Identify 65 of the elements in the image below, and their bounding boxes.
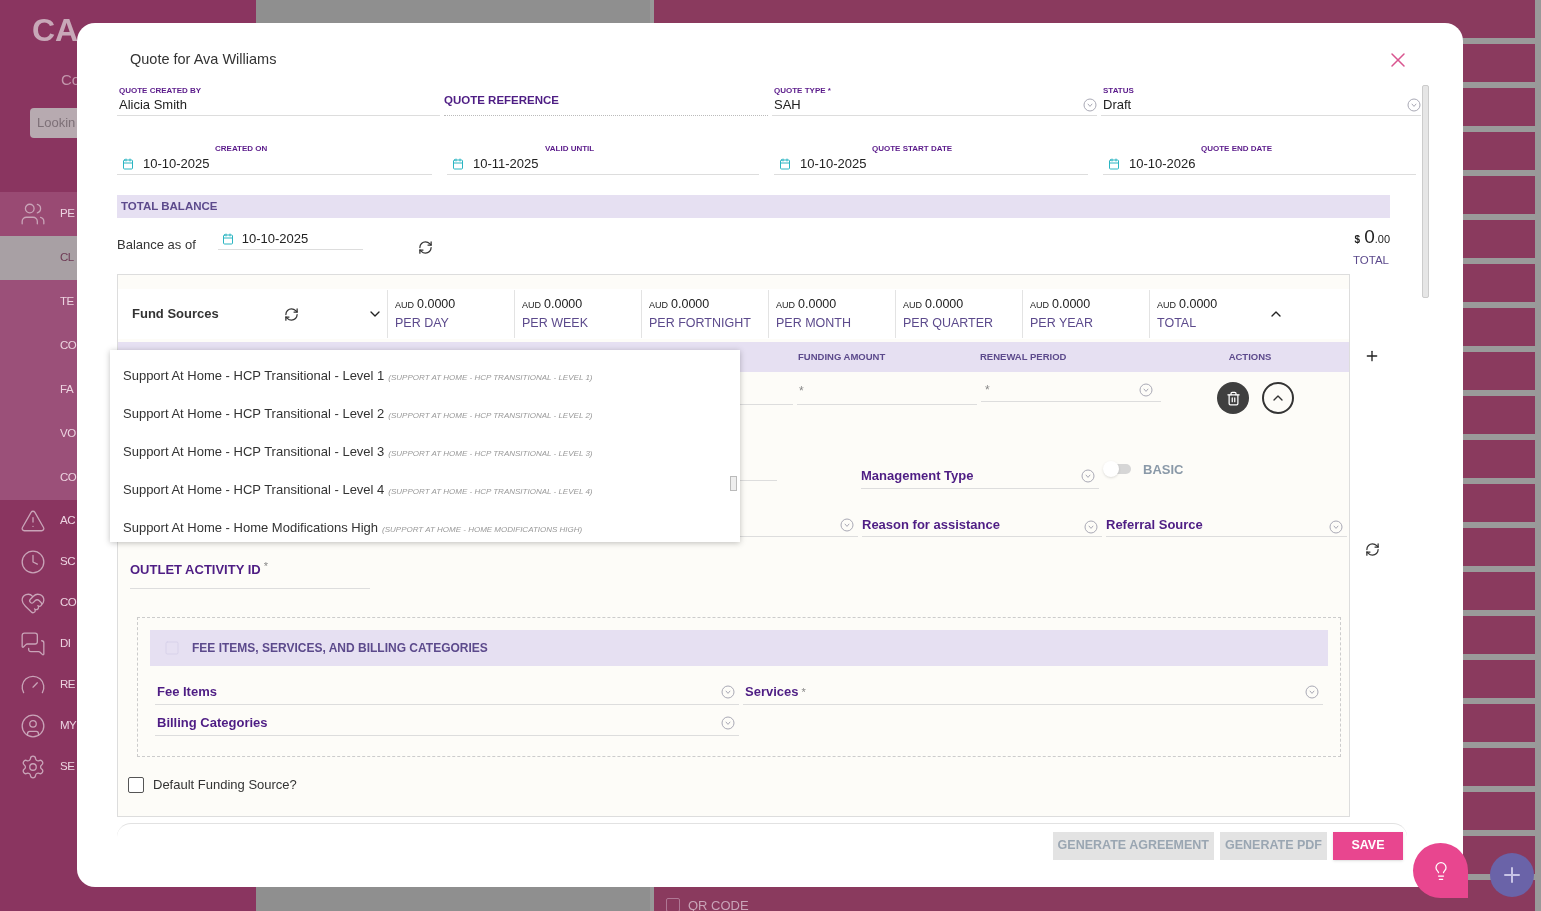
calendar-icon[interactable] <box>221 232 234 245</box>
collapse-button[interactable] <box>1262 382 1294 414</box>
select-field[interactable]: Reason for assistance <box>862 501 1102 537</box>
summary-cell: AUD 0.0000 PER FORTNIGHT <box>641 290 768 338</box>
select-field[interactable]: Billing Categories <box>155 711 739 736</box>
checkbox-icon[interactable] <box>666 898 680 911</box>
logo: CA <box>32 11 80 50</box>
toggle-switch[interactable] <box>1105 464 1131 475</box>
dropdown-option[interactable]: Support At Home - HCP Transitional - Level 2 (SUPPORT AT HOME - HCP TRANSITIONAL - LEVEL 2) <box>123 404 730 424</box>
summary-cell: AUD 0.0000 PER WEEK <box>514 290 641 338</box>
summary-cell: AUD 0.0000 PER YEAR <box>1022 290 1149 338</box>
calendar-icon[interactable] <box>452 157 464 170</box>
scrollbar[interactable] <box>1422 85 1429 298</box>
summary-cell: AUD 0.0000 TOTAL <box>1149 290 1276 338</box>
trash-icon[interactable] <box>1225 390 1241 406</box>
column-header: ACTIONS <box>1227 349 1273 364</box>
card-title: Fund Sources <box>131 305 220 324</box>
date-field[interactable]: QUOTE END DATE 10-10-2026 <box>1103 144 1416 175</box>
calendar-icon[interactable] <box>122 157 134 170</box>
date-field[interactable]: 10-10-2025 <box>217 228 363 250</box>
people-icon <box>20 201 46 227</box>
total-label: TOTAL <box>1353 252 1389 268</box>
default-checkbox[interactable]: Default Funding Source? <box>128 775 1349 795</box>
delete-button[interactable] <box>1217 382 1249 414</box>
summary-cell: AUD 0.0000 PER DAY <box>387 290 514 338</box>
select-field[interactable]: Fee Items <box>155 680 739 705</box>
text-field[interactable]: QUOTE CREATED BY Alicia Smith <box>117 85 440 116</box>
calendar-icon[interactable] <box>1108 157 1120 170</box>
renewal-period-field[interactable]: * <box>981 378 1161 402</box>
chat-icon <box>20 630 46 657</box>
clock-icon <box>20 548 46 575</box>
section-heading: FEE ITEMS, SERVICES, AND BILLING CATEGORIES <box>192 640 488 657</box>
add-icon[interactable] <box>1364 348 1380 364</box>
dropdown-option[interactable]: Support At Home - HCP Transitional - Level 4 (SUPPORT AT HOME - HCP TRANSITIONAL - LEVEL 4) <box>123 480 730 500</box>
save-button[interactable]: SAVE <box>1333 831 1403 860</box>
refresh-icon[interactable] <box>417 240 433 255</box>
date-field[interactable]: VALID UNTIL 10-11-2025 <box>447 144 759 175</box>
scrollbar[interactable] <box>730 476 737 491</box>
user-icon <box>20 712 46 739</box>
refresh-icon[interactable] <box>284 306 299 322</box>
total-amount: $ 0.00 <box>1354 225 1390 249</box>
dialog-title: Quote for Ava Williams <box>129 50 277 70</box>
funding-amount-field[interactable]: * <box>797 378 977 405</box>
settings-icon <box>20 753 46 780</box>
select-field[interactable]: Services * <box>743 680 1323 705</box>
reference-field[interactable]: QUOTE REFERENCE <box>444 85 768 116</box>
calendar-icon[interactable] <box>779 157 791 170</box>
summary-cell: AUD 0.0000 PER QUARTER <box>895 290 1022 338</box>
date-field[interactable]: QUOTE START DATE 10-10-2025 <box>774 144 1088 175</box>
select-field[interactable]: STATUS Draft <box>1101 85 1421 116</box>
section-header: TOTAL BALANCE <box>117 195 1390 218</box>
select-field[interactable]: Management Type <box>861 463 1099 489</box>
refresh-icon[interactable] <box>1364 542 1380 557</box>
dropdown-option[interactable]: Support At Home - HCP Transitional - Level 1 (SUPPORT AT HOME - HCP TRANSITIONAL - LEVEL 1) <box>123 366 730 386</box>
column-header: FUNDING AMOUNT <box>798 349 887 364</box>
toggle-label: BASIC <box>1143 460 1184 479</box>
summary-cell: AUD 0.0000 PER MONTH <box>768 290 895 338</box>
dropdown-option[interactable]: Support At Home - HCP Transitional - Level 3 (SUPPORT AT HOME - HCP TRANSITIONAL - LEVEL 3) <box>123 442 730 462</box>
date-field[interactable]: CREATED ON 10-10-2025 <box>117 144 432 175</box>
select-field[interactable]: QUOTE TYPE * SAH <box>772 85 1097 116</box>
outlet-field[interactable]: OUTLET ACTIVITY ID * <box>130 551 370 589</box>
column-header: RENEWAL PERIOD <box>980 349 1068 364</box>
dropdown-option[interactable]: Support At Home - Home Modifications High (SUPPORT AT HOME - HOME MODIFICATIONS HIGH) <box>123 518 730 538</box>
select-field[interactable]: Referral Source <box>1106 501 1347 537</box>
balance-label: Balance as of <box>117 236 196 254</box>
